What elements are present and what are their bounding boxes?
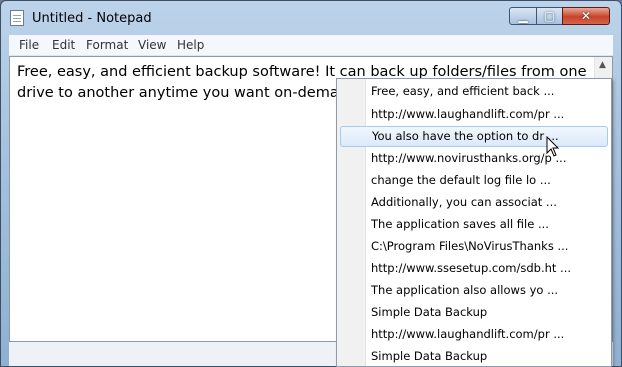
popup-item-selected[interactable]: You also have the option to dr ... — [340, 126, 608, 147]
menu-help[interactable]: Help — [177, 38, 204, 52]
popup-item[interactable]: Additionally, you can associat ... — [340, 192, 608, 213]
popup-item[interactable]: http://www.novirusthanks.org/p ... — [340, 148, 608, 169]
popup-item[interactable]: Simple Data Backup — [340, 346, 608, 366]
minimize-icon: ▁ — [518, 9, 528, 23]
close-button[interactable]: ✕ — [562, 7, 610, 25]
window-title: Untitled - Notepad — [32, 11, 152, 26]
maximize-button[interactable]: ▢ — [536, 7, 563, 25]
popup-item[interactable]: http://www.laughandlift.com/pr ... — [340, 104, 608, 125]
menu-format[interactable]: Format — [86, 38, 128, 52]
menu-bar: File Edit Format View Help — [9, 35, 613, 56]
popup-item[interactable]: Simple Data Backup — [340, 302, 608, 323]
autocomplete-popup: Free, easy, and efficient back ... http:… — [336, 78, 612, 367]
popup-item[interactable]: change the default log file lo ... — [340, 170, 608, 191]
scroll-up-icon[interactable]: ▲ — [599, 60, 606, 70]
title-bar[interactable]: Untitled - Notepad ▁ ▢ ✕ — [1, 1, 621, 35]
minimize-button[interactable]: ▁ — [509, 7, 537, 25]
popup-item[interactable]: http://www.ssesetup.com/sdb.ht ... — [340, 258, 608, 279]
mouse-pointer-icon — [546, 136, 560, 157]
menu-view[interactable]: View — [138, 38, 166, 52]
menu-edit[interactable]: Edit — [52, 38, 75, 52]
close-icon: ✕ — [580, 9, 592, 23]
menu-file[interactable]: File — [19, 38, 39, 52]
notepad-icon[interactable] — [10, 10, 24, 26]
popup-item[interactable]: The application also allows yo ... — [340, 280, 608, 301]
maximize-icon: ▢ — [543, 9, 556, 23]
popup-item[interactable]: C:\Program Files\NoVirusThanks ... — [340, 236, 608, 257]
popup-item[interactable]: Free, easy, and efficient back ... — [340, 81, 608, 102]
popup-item[interactable]: The application saves all file ... — [340, 214, 608, 235]
popup-item[interactable]: http://www.laughandlift.com/pr ... — [340, 324, 608, 345]
